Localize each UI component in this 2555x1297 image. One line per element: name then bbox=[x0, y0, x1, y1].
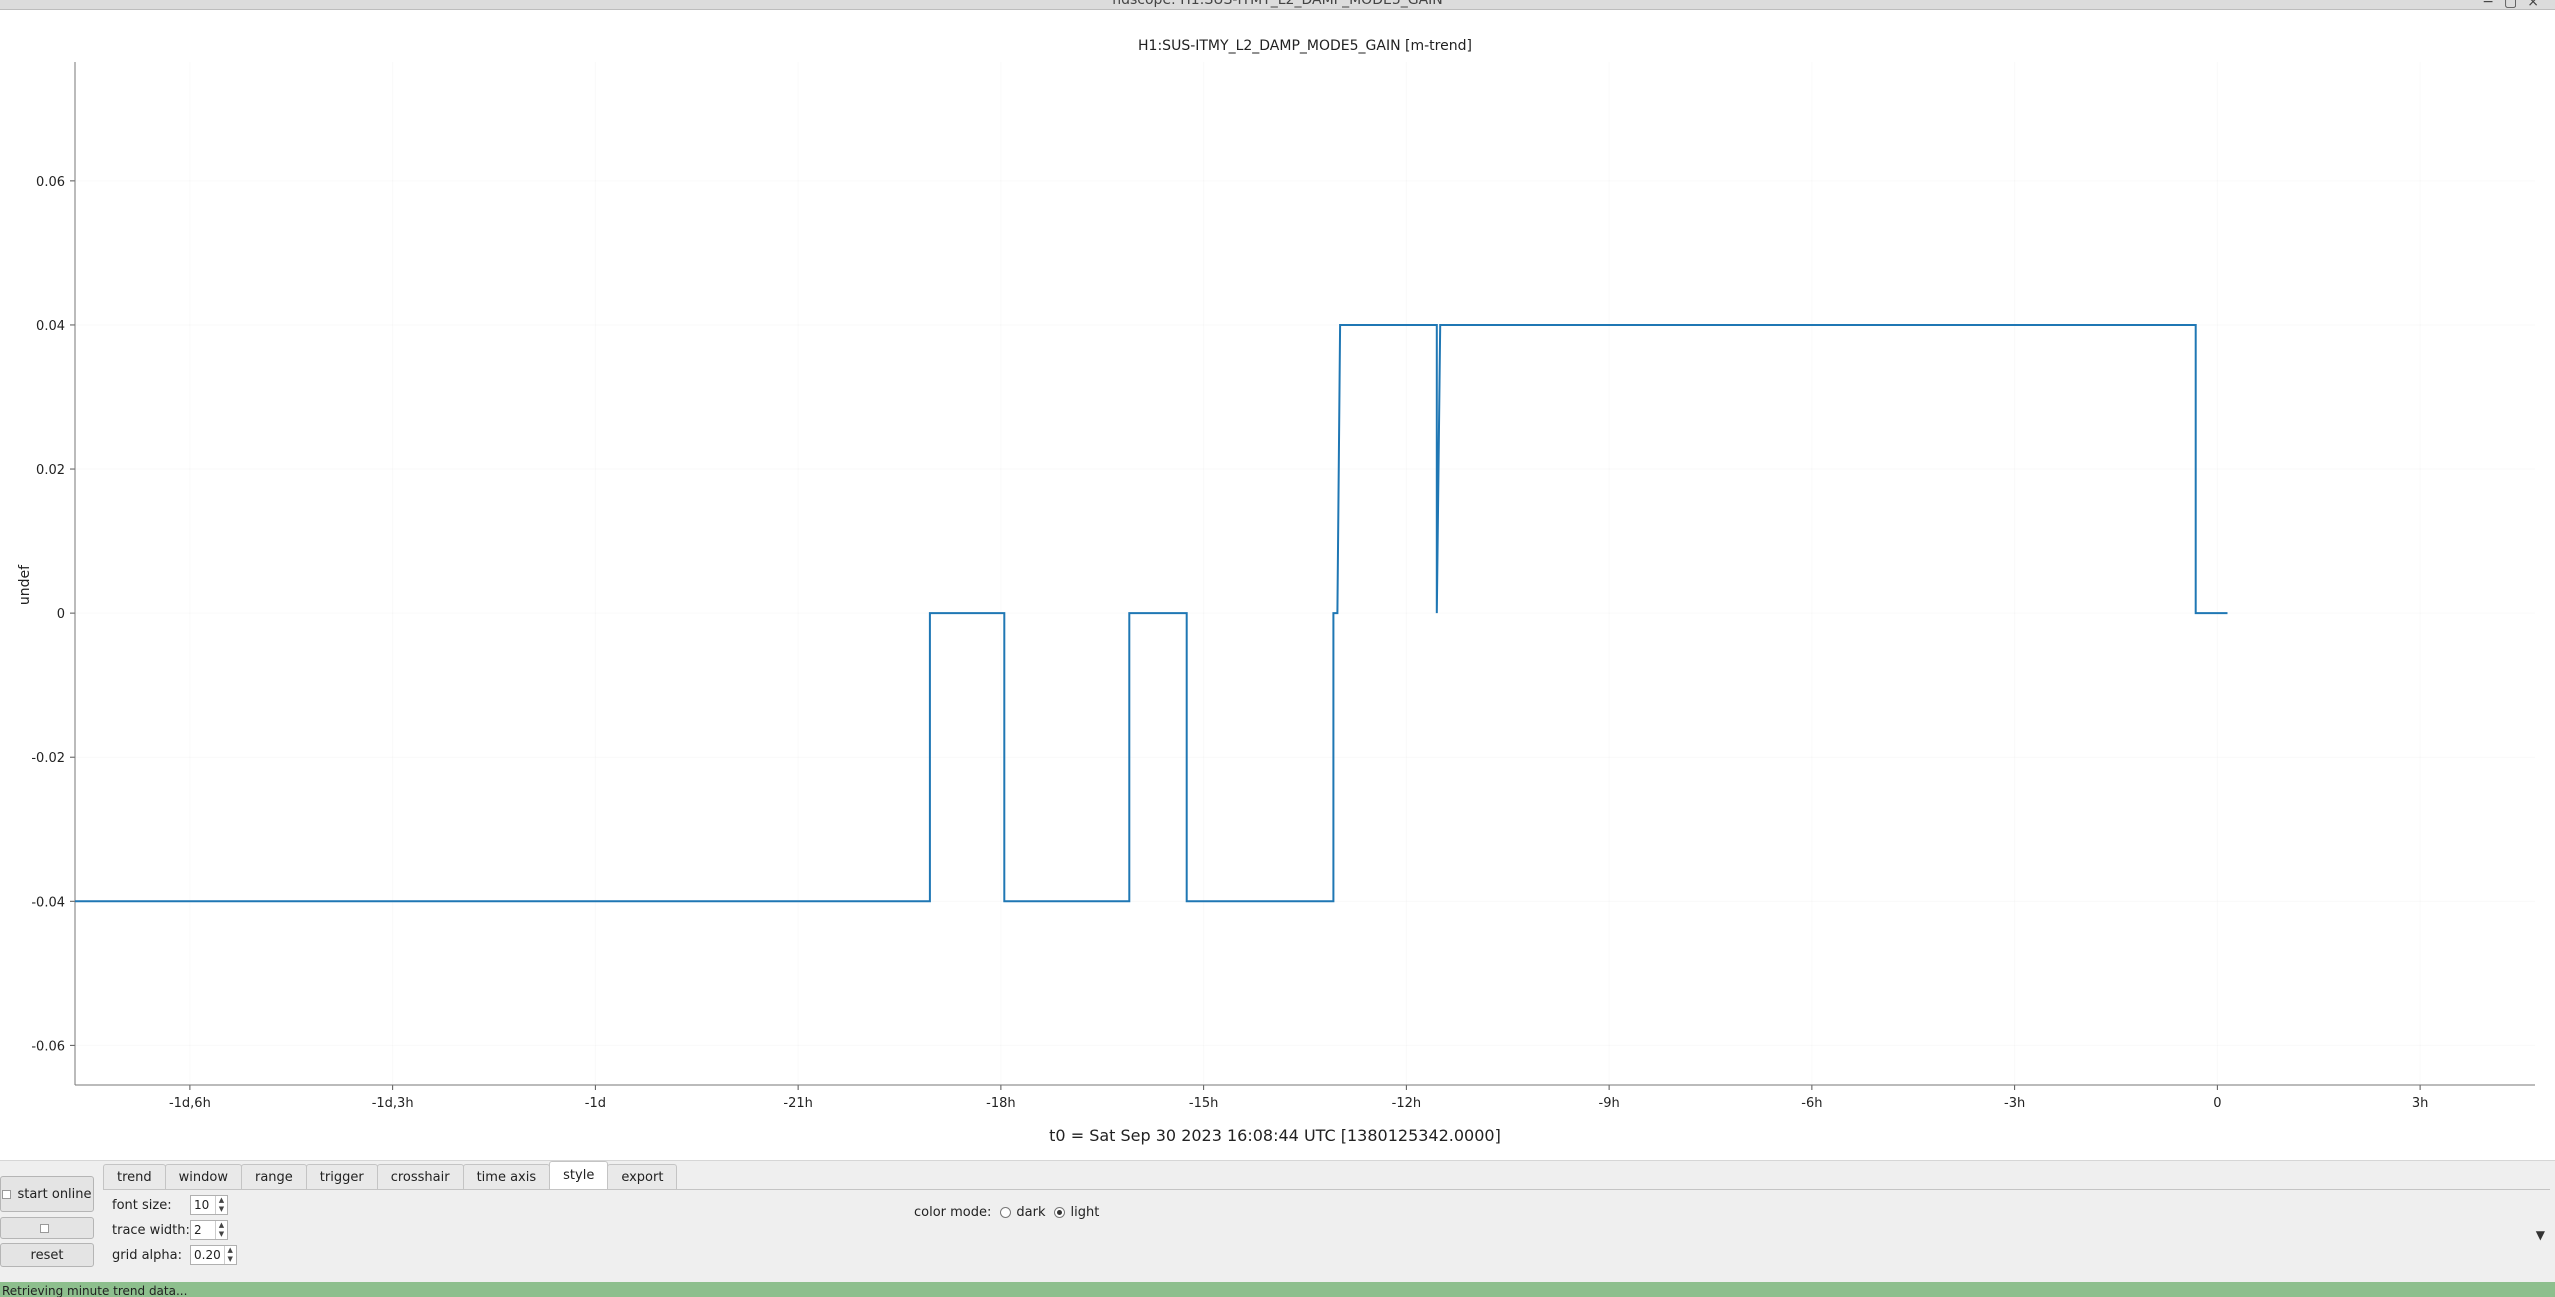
color-mode-dark-radio[interactable] bbox=[1000, 1207, 1012, 1218]
minimize-icon[interactable]: − bbox=[2482, 0, 2504, 9]
y-tick-label: 0 bbox=[57, 607, 65, 622]
plot-background bbox=[0, 10, 2555, 1160]
tab-time-axis[interactable]: time axis bbox=[462, 1164, 551, 1189]
y-tick-label: 0.06 bbox=[36, 175, 65, 190]
y-tick-label: -0.06 bbox=[31, 1039, 65, 1054]
status-bar: Retrieving minute trend data... bbox=[0, 1282, 2555, 1297]
window-controls[interactable]: −▢× bbox=[2482, 0, 2549, 9]
panel-menu-arrow-icon[interactable]: ▼ bbox=[2536, 1228, 2545, 1242]
font-size-value[interactable]: 10 bbox=[191, 1198, 215, 1212]
x-tick-label: -3h bbox=[2004, 1096, 2025, 1111]
window-title: ndscope: H1:SUS-ITMY_L2_DAMP_MODE5_GAIN bbox=[1112, 0, 1443, 8]
plot-title: H1:SUS-ITMY_L2_DAMP_MODE5_GAIN [m-trend] bbox=[1138, 38, 1472, 54]
y-tick-label: 0.02 bbox=[36, 463, 65, 478]
color-mode-light-label[interactable]: light bbox=[1070, 1205, 1099, 1220]
close-icon[interactable]: × bbox=[2527, 0, 2549, 9]
x-tick-label: -9h bbox=[1599, 1096, 1620, 1111]
tab-window[interactable]: window bbox=[164, 1164, 242, 1189]
color-mode-label: color mode: bbox=[914, 1205, 992, 1220]
reset-label: reset bbox=[30, 1247, 64, 1263]
stop-online-checkbox bbox=[39, 1223, 49, 1233]
maximize-icon[interactable]: ▢ bbox=[2504, 0, 2527, 9]
tab-divider bbox=[103, 1189, 2550, 1190]
t0-label: t0 = Sat Sep 30 2023 16:08:44 UTC [13801… bbox=[1049, 1126, 1501, 1145]
y-tick-label: -0.02 bbox=[31, 751, 65, 766]
tab-style[interactable]: style bbox=[549, 1161, 609, 1189]
color-mode-group: color mode: dark light bbox=[914, 1205, 1099, 1220]
trace-width-spinbox[interactable]: 2 ▲ ▼ bbox=[190, 1220, 228, 1240]
color-mode-dark-label[interactable]: dark bbox=[1016, 1205, 1045, 1220]
spin-down-icon[interactable]: ▼ bbox=[225, 1255, 236, 1264]
y-tick-label: 0.04 bbox=[36, 319, 65, 334]
trend-chart[interactable]: H1:SUS-ITMY_L2_DAMP_MODE5_GAIN [m-trend]… bbox=[0, 10, 2555, 1160]
tab-trigger[interactable]: trigger bbox=[305, 1164, 378, 1189]
start-online-button[interactable]: start online bbox=[0, 1176, 94, 1212]
spin-down-icon[interactable]: ▼ bbox=[216, 1205, 227, 1214]
tab-export[interactable]: export bbox=[607, 1164, 678, 1189]
start-online-checkbox[interactable] bbox=[2, 1189, 12, 1199]
font-size-spinbox[interactable]: 10 ▲ ▼ bbox=[190, 1195, 228, 1215]
y-tick-label: -0.04 bbox=[31, 895, 65, 910]
y-axis-label: undef bbox=[17, 564, 33, 605]
spin-down-icon[interactable]: ▼ bbox=[216, 1230, 227, 1239]
x-tick-label: -1d bbox=[585, 1096, 606, 1111]
trace-width-label: trace width: bbox=[112, 1222, 190, 1238]
x-tick-label: -15h bbox=[1189, 1096, 1218, 1111]
stop-online-button bbox=[0, 1217, 94, 1239]
grid-alpha-label: grid alpha: bbox=[112, 1247, 183, 1263]
x-tick-label: -12h bbox=[1392, 1096, 1421, 1111]
x-tick-label: -1d,3h bbox=[372, 1096, 414, 1111]
status-text: Retrieving minute trend data... bbox=[2, 1284, 188, 1297]
font-size-label: font size: bbox=[112, 1197, 172, 1213]
tab-range[interactable]: range bbox=[240, 1164, 307, 1189]
grid-alpha-row: grid alpha: 0.20 ▲ ▼ bbox=[112, 1245, 237, 1265]
spin-up-icon[interactable]: ▲ bbox=[216, 1221, 227, 1230]
tab-trend[interactable]: trend bbox=[103, 1164, 166, 1189]
color-mode-light-radio[interactable] bbox=[1054, 1207, 1066, 1218]
x-tick-label: -21h bbox=[783, 1096, 812, 1111]
x-tick-label: 0 bbox=[2213, 1096, 2221, 1111]
x-tick-label: -18h bbox=[986, 1096, 1015, 1111]
trace-width-row: trace width: 2 ▲ ▼ bbox=[112, 1220, 228, 1240]
spin-up-icon[interactable]: ▲ bbox=[225, 1246, 236, 1255]
plot-area[interactable]: H1:SUS-ITMY_L2_DAMP_MODE5_GAIN [m-trend]… bbox=[0, 10, 2555, 1160]
reset-button[interactable]: reset bbox=[0, 1243, 94, 1267]
font-size-row: font size: 10 ▲ ▼ bbox=[112, 1195, 228, 1215]
tab-crosshair[interactable]: crosshair bbox=[376, 1164, 464, 1189]
window-titlebar: ndscope: H1:SUS-ITMY_L2_DAMP_MODE5_GAIN … bbox=[0, 0, 2555, 10]
x-tick-label: 3h bbox=[2412, 1096, 2429, 1111]
x-tick-label: -1d,6h bbox=[169, 1096, 211, 1111]
x-tick-label: -6h bbox=[1801, 1096, 1822, 1111]
start-online-label: start online bbox=[17, 1186, 92, 1202]
trace-width-value[interactable]: 2 bbox=[191, 1223, 215, 1237]
grid-alpha-value[interactable]: 0.20 bbox=[191, 1248, 224, 1262]
settings-tabs: trend window range trigger crosshair tim… bbox=[103, 1161, 678, 1189]
spin-up-icon[interactable]: ▲ bbox=[216, 1196, 227, 1205]
grid-alpha-spinbox[interactable]: 0.20 ▲ ▼ bbox=[190, 1245, 237, 1265]
control-panel: start online reset trend window range tr… bbox=[0, 1160, 2555, 1283]
